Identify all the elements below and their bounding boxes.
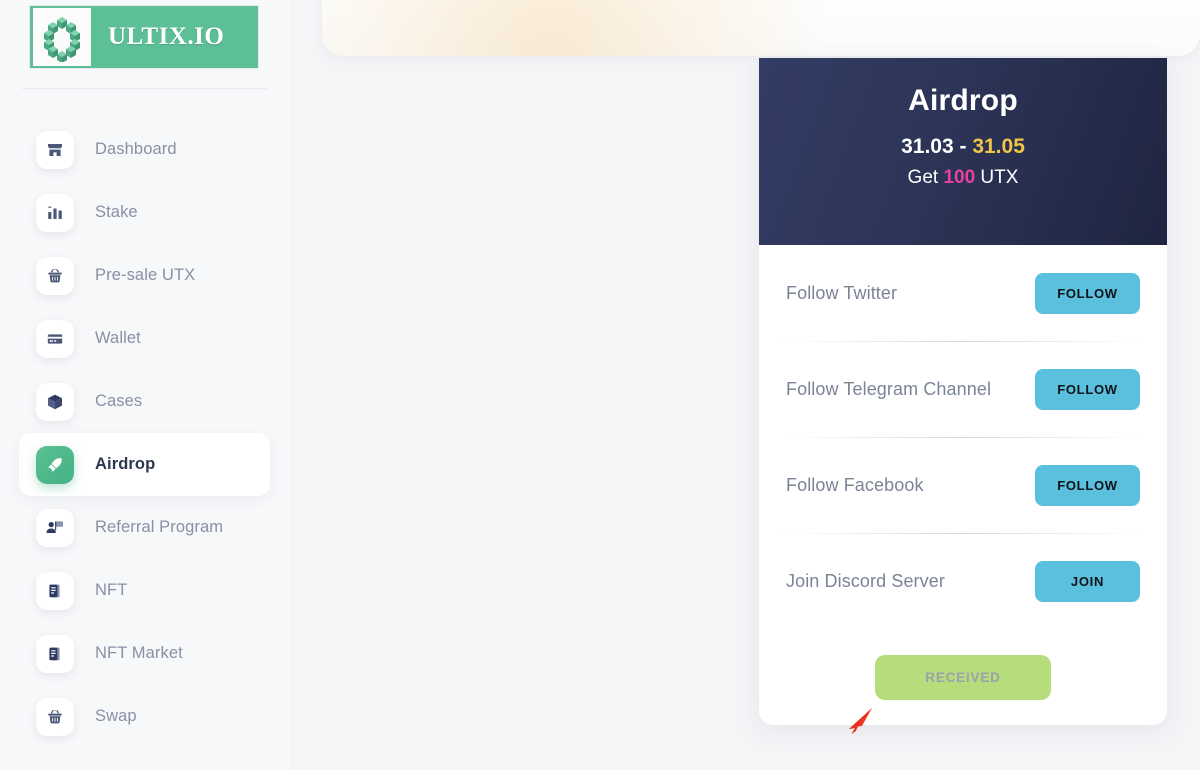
airdrop-task-list: Follow Twitter FOLLOW Follow Telegram Ch… [759, 245, 1167, 629]
rocket-icon [36, 445, 74, 484]
basket-icon [36, 256, 74, 295]
follow-facebook-button[interactable]: FOLLOW [1035, 464, 1140, 506]
task-row: Join Discord Server JOIN [760, 533, 1166, 629]
hexagon-cubes-icon [33, 8, 91, 66]
amount-suffix: UTX [975, 167, 1019, 188]
sidebar-item-referral-program[interactable]: Referral Program [0, 496, 290, 559]
sidebar-item-label: Cases [95, 392, 143, 410]
store-icon [36, 130, 74, 169]
page-title: Airdrop [908, 84, 1018, 117]
sidebar-item-label: Stake [95, 203, 138, 221]
sidebar-divider [22, 88, 267, 89]
airdrop-card-header: Airdrop 31.03 - 31.05 Get 100 UTX [759, 58, 1167, 245]
task-label: Join Discord Server [786, 570, 945, 591]
sidebar-item-stake[interactable]: Stake [0, 181, 290, 244]
airdrop-card-footer: RECEIVED [759, 629, 1167, 725]
sidebar-item-wallet[interactable]: Wallet [0, 307, 290, 370]
sidebar-item-label: Swap [95, 707, 137, 725]
brand-logo[interactable]: ULTIX.IO [29, 5, 259, 69]
sidebar-item-label: Airdrop [95, 455, 156, 473]
user-flag-icon [36, 508, 74, 547]
task-label: Follow Telegram Channel [786, 378, 992, 399]
airdrop-date-start: 31.03 [901, 135, 954, 158]
sidebar: ULTIX.IO Dashboard Stake Pre-sale UTX Wa… [0, 0, 290, 770]
amount-prefix: Get [907, 167, 944, 188]
sidebar-nav: Dashboard Stake Pre-sale UTX Wallet Case… [0, 118, 290, 748]
join-discord-button[interactable]: JOIN [1035, 560, 1140, 602]
top-panel [322, 0, 1200, 56]
document-icon [36, 634, 74, 673]
sidebar-item-presale-utx[interactable]: Pre-sale UTX [0, 244, 290, 307]
airdrop-reward-amount: Get 100 UTX [759, 167, 1167, 189]
airdrop-date-end: 31.05 [972, 135, 1025, 158]
airdrop-date-range: 31.03 - 31.05 [759, 135, 1167, 159]
airdrop-card: Airdrop 31.03 - 31.05 Get 100 UTX Follow… [759, 58, 1167, 725]
task-row: Follow Telegram Channel FOLLOW [760, 341, 1166, 437]
credit-card-icon [36, 319, 74, 358]
follow-twitter-button[interactable]: FOLLOW [1035, 272, 1140, 314]
task-label: Follow Twitter [786, 282, 898, 303]
airdrop-date-separator: - [953, 135, 973, 158]
bar-chart-icon [36, 193, 74, 232]
sidebar-item-label: Pre-sale UTX [95, 266, 196, 284]
received-button[interactable]: RECEIVED [875, 654, 1051, 700]
sidebar-item-airdrop[interactable]: Airdrop [19, 433, 270, 496]
sidebar-item-dashboard[interactable]: Dashboard [0, 118, 290, 181]
brand-name: ULTIX.IO [108, 23, 225, 50]
sidebar-item-cases[interactable]: Cases [0, 370, 290, 433]
box-icon [36, 382, 74, 421]
follow-telegram-button[interactable]: FOLLOW [1035, 368, 1140, 410]
sidebar-item-label: Referral Program [95, 518, 224, 536]
amount-value: 100 [943, 167, 976, 188]
sidebar-item-label: NFT [95, 581, 128, 599]
sidebar-item-swap[interactable]: Swap [0, 685, 290, 748]
sidebar-item-label: NFT Market [95, 644, 183, 662]
sidebar-item-label: Dashboard [95, 140, 177, 158]
sidebar-item-nft[interactable]: NFT [0, 559, 290, 622]
task-row: Follow Twitter FOLLOW [760, 245, 1166, 341]
basket-icon [36, 697, 74, 736]
sidebar-item-label: Wallet [95, 329, 141, 347]
sidebar-item-nft-market[interactable]: NFT Market [0, 622, 290, 685]
task-label: Follow Facebook [786, 474, 924, 495]
document-icon [36, 571, 74, 610]
task-row: Follow Facebook FOLLOW [760, 437, 1166, 533]
